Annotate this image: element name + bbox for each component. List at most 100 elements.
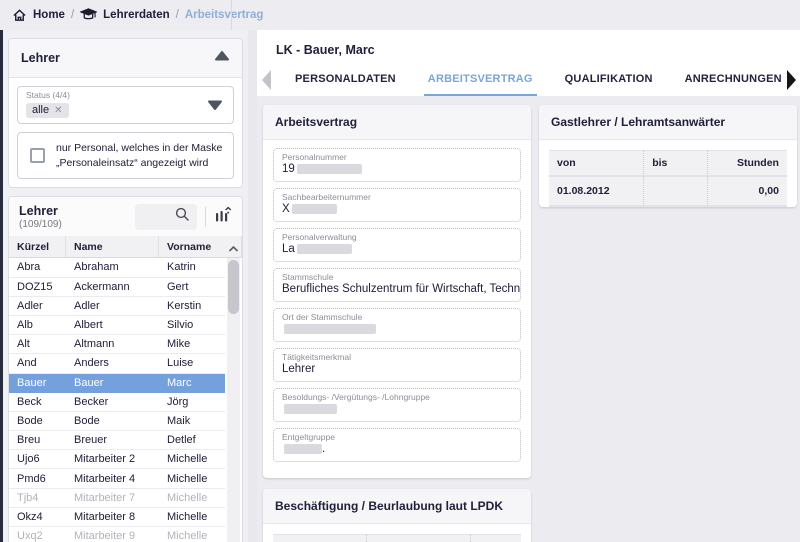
col-von: von bbox=[367, 534, 471, 542]
tabs-scroll-left-icon[interactable] bbox=[257, 64, 275, 96]
cell-kuerzel: Bauer bbox=[9, 377, 66, 389]
tab[interactable]: QUALIFIKATION bbox=[561, 64, 657, 96]
cell-kuerzel: Alb bbox=[9, 319, 66, 331]
col-von: von bbox=[549, 150, 644, 176]
cell-vorname: Michelle bbox=[159, 530, 225, 542]
col-bis: bis bbox=[471, 534, 521, 542]
breadcrumb-home[interactable]: Home bbox=[33, 9, 65, 21]
table-row[interactable]: Beck Becker Jörg bbox=[9, 393, 225, 412]
breadcrumb: Home / Lehrerdaten / Arbeitsvertrag bbox=[12, 8, 263, 23]
sidebar: Lehrer Status (4/4) alle ✕ nur Personal,… bbox=[3, 30, 248, 542]
tabs-scroll-right-icon[interactable] bbox=[782, 64, 800, 96]
status-table-header: Status von bis VZ 01.08.2012 bbox=[273, 534, 521, 542]
form-field[interactable]: Tätigkeitsmerkmal Lehrer bbox=[273, 348, 521, 382]
teacher-list-panel: Lehrer (109/109) bbox=[8, 196, 243, 542]
redacted-value bbox=[284, 404, 337, 414]
record-title: LK - Bauer, Marc bbox=[257, 30, 800, 57]
table-row[interactable]: Alt Altmann Mike bbox=[9, 335, 225, 354]
breadcrumb-separator: / bbox=[176, 9, 179, 21]
cell-name: Mitarbeiter 7 bbox=[66, 492, 159, 504]
scrollbar-thumb[interactable] bbox=[228, 260, 239, 314]
chip-close-icon[interactable]: ✕ bbox=[54, 105, 62, 116]
status-dropdown[interactable]: Status (4/4) alle ✕ bbox=[17, 86, 234, 124]
teacher-list-title: Lehrer bbox=[19, 204, 62, 218]
cell-kuerzel: Alt bbox=[9, 338, 66, 350]
collapse-up-icon[interactable] bbox=[214, 49, 230, 67]
scrollbar[interactable] bbox=[227, 258, 240, 542]
status-chip[interactable]: alle ✕ bbox=[26, 103, 69, 118]
redacted-value bbox=[297, 244, 352, 254]
table-row[interactable]: Tjb4 Mitarbeiter 7 Michelle bbox=[9, 489, 225, 508]
personaleinsatz-filter[interactable]: nur Personal, welches in der Maske „Pers… bbox=[17, 132, 234, 179]
home-icon[interactable] bbox=[12, 8, 27, 23]
cell-vorname: Luise bbox=[159, 357, 225, 369]
checkbox[interactable] bbox=[30, 148, 45, 163]
tab[interactable]: PERSONALDATEN bbox=[291, 64, 400, 96]
form-field[interactable]: Besoldungs- /Vergütungs- /Lohngruppe bbox=[273, 388, 521, 422]
cell-name: Mitarbeiter 8 bbox=[66, 511, 159, 523]
field-label: Stammschule bbox=[282, 272, 512, 282]
scroll-up-icon[interactable] bbox=[228, 240, 239, 258]
column-settings-icon[interactable] bbox=[214, 206, 232, 229]
field-value: La bbox=[282, 243, 512, 257]
table-row[interactable]: Breu Breuer Detlef bbox=[9, 431, 225, 450]
table-row[interactable]: Okz4 Mitarbeiter 8 Michelle bbox=[9, 508, 225, 527]
tab-strip: PERSONALDATEN ARBEITSVERTRAG QUALIFIKATION… bbox=[291, 64, 800, 96]
table-row[interactable]: Alb Albert Silvio bbox=[9, 316, 225, 335]
filter-panel-header[interactable]: Lehrer bbox=[9, 39, 242, 78]
topbar-divider bbox=[231, 0, 232, 30]
breadcrumb-separator: / bbox=[71, 9, 74, 21]
form-field[interactable]: Sachbearbeiternummer X bbox=[273, 188, 521, 222]
gastlehrer-table-row[interactable]: 01.08.2012 0,00 bbox=[549, 176, 787, 206]
column-header-kuerzel[interactable]: Kürzel bbox=[9, 236, 66, 257]
redacted-value bbox=[297, 164, 362, 174]
table-row[interactable]: Bode Bode Maik bbox=[9, 412, 225, 431]
col-bis: bis bbox=[644, 150, 708, 176]
teacher-list-count: (109/109) bbox=[19, 219, 62, 230]
cell-vorname: Detlef bbox=[159, 434, 225, 446]
table-row[interactable]: Bauer Bauer Marc bbox=[9, 374, 225, 393]
field-value: . bbox=[282, 443, 512, 457]
cell-name: Anders bbox=[66, 357, 159, 369]
table-row[interactable]: Adler Adler Kerstin bbox=[9, 297, 225, 316]
field-label: Ort der Stammschule bbox=[282, 312, 512, 322]
tab-content: Arbeitsvertrag Personalnummer 19 Sachbea… bbox=[257, 96, 800, 542]
redacted-value bbox=[292, 204, 337, 214]
cell-vorname: Marc bbox=[159, 377, 225, 389]
cell-bis bbox=[644, 176, 708, 206]
table-row[interactable]: Uxq2 Mitarbeiter 9 Michelle bbox=[9, 527, 225, 542]
cell-von: 01.08.2012 bbox=[549, 176, 644, 206]
table-row[interactable]: Abra Abraham Katrin bbox=[9, 258, 225, 277]
cell-kuerzel: Okz4 bbox=[9, 511, 66, 523]
filter-panel: Lehrer Status (4/4) alle ✕ nur Personal,… bbox=[8, 38, 243, 188]
cell-vorname: Silvio bbox=[159, 319, 225, 331]
field-label: Personalverwaltung bbox=[282, 232, 512, 242]
cell-stunden: 0,00 bbox=[708, 176, 787, 206]
form-field[interactable]: Entgeltgruppe . bbox=[273, 428, 521, 462]
table-row[interactable]: And Anders Luise bbox=[9, 354, 225, 373]
table-row[interactable]: Pmd6 Mitarbeiter 4 Michelle bbox=[9, 469, 225, 488]
cell-kuerzel: Beck bbox=[9, 396, 66, 408]
column-header-name[interactable]: Name bbox=[66, 236, 159, 257]
table-row[interactable]: DOZ15 Ackermann Gert bbox=[9, 278, 225, 297]
cell-vorname: Michelle bbox=[159, 453, 225, 465]
form-field[interactable]: Personalverwaltung La bbox=[273, 228, 521, 262]
cell-vorname: Michelle bbox=[159, 511, 225, 523]
field-value: Berufliches Schulzentrum für Wirtschaft,… bbox=[282, 283, 512, 297]
teacher-data-icon bbox=[80, 8, 97, 23]
cell-name: Bauer bbox=[66, 377, 159, 389]
teacher-table: Kürzel Name Vorname Abra Abraham Katrin … bbox=[9, 236, 242, 542]
chevron-down-icon[interactable] bbox=[207, 99, 223, 117]
table-row[interactable]: Ujo6 Mitarbeiter 2 Michelle bbox=[9, 450, 225, 469]
field-value: X bbox=[282, 203, 512, 217]
tab[interactable]: ARBEITSVERTRAG bbox=[424, 64, 537, 96]
field-value bbox=[282, 403, 512, 417]
field-label: Sachbearbeiternummer bbox=[282, 192, 512, 202]
arbeitsvertrag-fields: Personalnummer 19 Sachbearbeiternummer X… bbox=[263, 140, 531, 478]
form-field[interactable]: Personalnummer 19 bbox=[273, 148, 521, 182]
search-input[interactable] bbox=[135, 204, 197, 230]
form-field[interactable]: Ort der Stammschule bbox=[273, 308, 521, 342]
breadcrumb-lehrerdaten[interactable]: Lehrerdaten bbox=[103, 9, 169, 21]
form-field[interactable]: Stammschule Berufliches Schulzentrum für… bbox=[273, 268, 521, 302]
teacher-table-header[interactable]: Kürzel Name Vorname bbox=[9, 236, 242, 258]
